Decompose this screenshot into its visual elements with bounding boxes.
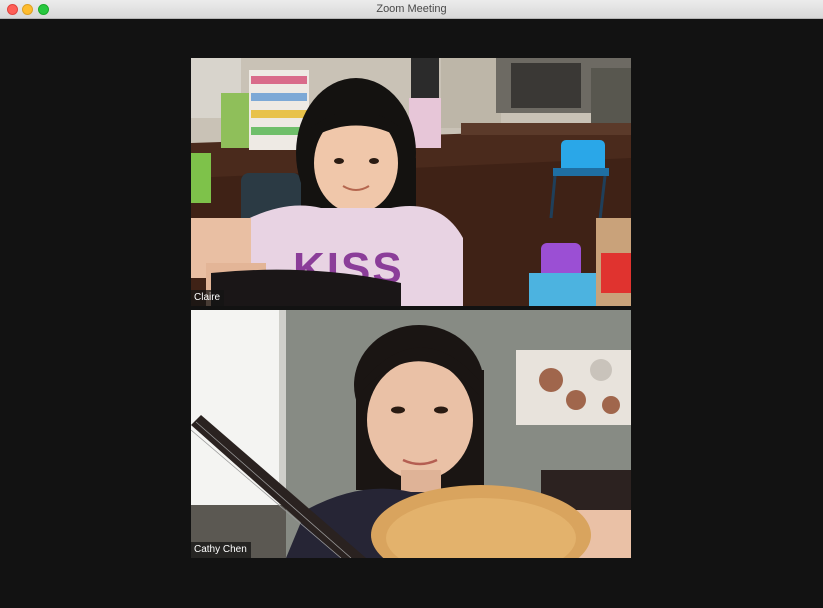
video-tile-claire[interactable]: KISS Claire — [191, 58, 631, 306]
video-tile-cathy-chen[interactable]: Cathy Chen — [191, 310, 631, 558]
participant-name-tag: Cathy Chen — [191, 542, 251, 558]
video-feed-cathy-chen — [191, 310, 631, 558]
window-title: Zoom Meeting — [376, 3, 447, 15]
zoom-meeting-window: Zoom Meeting KISS Claire Cathy Chen — [0, 0, 823, 608]
participant-name-tag: Claire — [191, 290, 225, 306]
video-feed-claire: KISS — [191, 58, 631, 306]
title-bar[interactable]: Zoom Meeting — [0, 0, 823, 19]
